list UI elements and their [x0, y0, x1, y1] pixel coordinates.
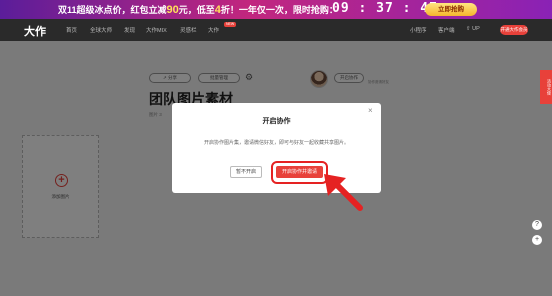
nav-mini-program[interactable]: 小程序	[410, 26, 427, 34]
buy-now-button[interactable]: 立即抢购	[425, 3, 477, 16]
upload-icon: ⇧	[466, 26, 471, 32]
nav-client[interactable]: 客户端	[438, 26, 455, 34]
promo-discount: 90	[166, 4, 179, 16]
confirm-collab-button[interactable]: 开启协作并邀请	[276, 166, 323, 178]
nav-item-inspiration[interactable]: 灵感栏	[180, 26, 197, 34]
promo-text-c: 折！一年仅一次，限时抢购：	[220, 5, 338, 15]
cancel-button[interactable]: 暂不开启	[230, 166, 262, 178]
promo-text: 双11超级冰点价，红包立减90元，低至4折！一年仅一次，限时抢购：	[58, 3, 338, 16]
promo-text-a: 双11超级冰点价，红包立减	[58, 5, 167, 15]
nav-item-home[interactable]: 首页	[66, 26, 77, 34]
vip-button[interactable]: 开通大作会员	[500, 25, 528, 35]
nav-item-masters[interactable]: 全球大师	[90, 26, 112, 34]
nav-upload-label: UP	[472, 26, 480, 32]
promo-text-b: 元，低至	[178, 5, 215, 15]
add-icon[interactable]: +	[532, 235, 542, 245]
help-icon[interactable]: ?	[532, 220, 542, 230]
promo-banner: 双11超级冰点价，红包立减90元，低至4折！一年仅一次，限时抢购： 09 : 3…	[0, 0, 552, 19]
countdown-timer: 09 : 37 : 47	[332, 1, 438, 16]
nav-item-dazuo[interactable]: 大作	[208, 26, 219, 34]
new-badge: NEW	[224, 22, 237, 27]
side-activity-tab[interactable]: 活动大使	[540, 70, 552, 104]
nav-item-mix[interactable]: 大作MIX	[146, 26, 167, 34]
dialog-title: 开启协作	[262, 118, 291, 125]
pointer-arrow-icon	[324, 174, 363, 211]
close-icon[interactable]: ×	[368, 106, 373, 115]
nav-upload[interactable]: ⇧ UP	[466, 26, 480, 32]
top-navbar: 大作 首页 全球大师 发现 大作MIX 灵感栏 大作 NEW 小程序 客户端 ⇧…	[0, 19, 552, 41]
dialog-message: 开启协作图片集，邀请微信好友，即可与好友一起收藏共享图片。	[203, 140, 349, 146]
site-logo[interactable]: 大作	[24, 23, 46, 39]
nav-item-discover[interactable]: 发现	[124, 26, 135, 34]
